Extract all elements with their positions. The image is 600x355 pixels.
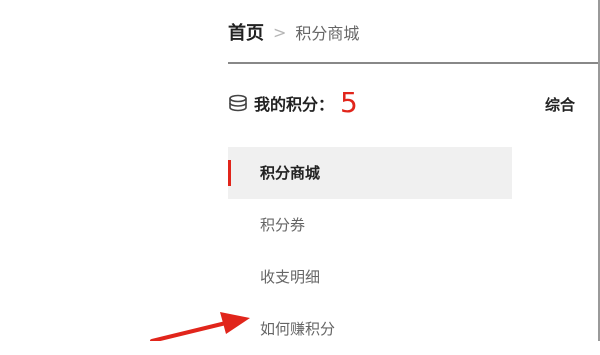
menu-item-label: 收支明细 <box>260 268 321 286</box>
sort-tab-comprehensive[interactable]: 综合 <box>545 94 575 115</box>
my-points-value: 5 <box>340 86 358 119</box>
breadcrumb-home-link[interactable]: 首页 <box>228 19 264 45</box>
breadcrumb-separator: > <box>273 22 287 42</box>
header-divider <box>228 62 600 64</box>
breadcrumb: 首页 > 积分商城 <box>228 18 359 46</box>
my-points: 我的积分： 5 <box>228 86 358 120</box>
red-arrow-icon <box>150 312 250 341</box>
my-points-label: 我的积分： <box>254 95 335 114</box>
menu-item-label: 积分商城 <box>260 164 321 182</box>
side-menu: 积分商城 积分券 收支明细 如何赚积分 <box>228 147 512 355</box>
menu-item-label: 积分券 <box>260 216 306 234</box>
menu-item-label: 如何赚积分 <box>260 320 336 338</box>
breadcrumb-current: 积分商城 <box>295 24 360 43</box>
menu-item-transaction-details[interactable]: 收支明细 <box>228 251 512 303</box>
menu-item-points-mall[interactable]: 积分商城 <box>228 147 512 199</box>
coin-stack-icon <box>229 94 247 112</box>
menu-item-points-coupons[interactable]: 积分券 <box>228 199 512 251</box>
menu-item-how-to-earn-points[interactable]: 如何赚积分 <box>228 303 512 355</box>
